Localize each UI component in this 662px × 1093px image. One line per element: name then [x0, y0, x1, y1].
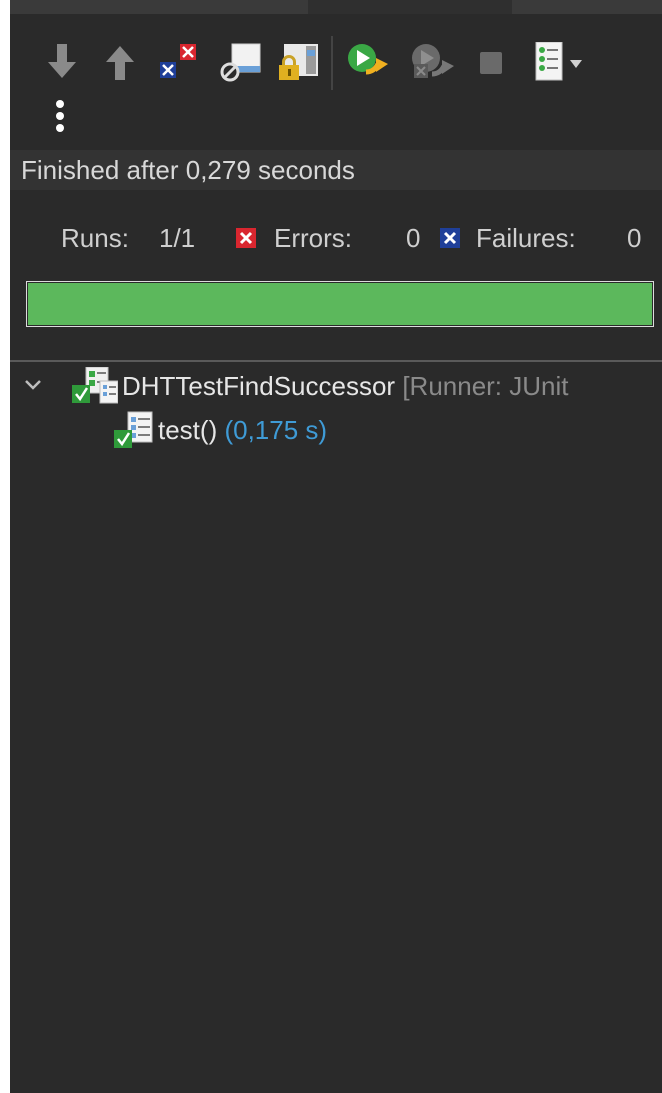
failures-value: 0: [627, 223, 642, 253]
test-run-history-icon[interactable]: [532, 41, 566, 82]
more-options-icon[interactable]: [50, 98, 70, 138]
errors-value: 0: [406, 223, 421, 253]
test-counters: Runs: 1/1 Errors: 0 Failures: 0: [10, 218, 662, 258]
toolbar-separator: [331, 36, 333, 90]
error-icon: [236, 228, 256, 248]
status-message: Finished after 0,279 seconds: [21, 155, 355, 185]
next-failure-icon[interactable]: [44, 42, 80, 82]
junit-view-panel: Finished after 0,279 seconds Runs: 1/1 E…: [10, 0, 662, 1093]
scroll-lock-icon[interactable]: [276, 42, 322, 82]
failure-icon: [440, 228, 460, 248]
progress-fill: [28, 283, 652, 325]
runs-label: Runs:: [61, 223, 129, 253]
chevron-down-icon[interactable]: [24, 378, 42, 392]
view-tab[interactable]: [10, 0, 308, 14]
test-name: test(): [158, 415, 218, 445]
section-divider: [10, 360, 662, 362]
junit-toolbar: [10, 14, 662, 90]
test-duration: (0,175 s): [224, 415, 328, 445]
history-dropdown-icon[interactable]: [568, 42, 584, 82]
rerun-failures-first-icon[interactable]: [410, 42, 456, 82]
progress-bar: [26, 281, 654, 327]
stop-icon[interactable]: [474, 42, 510, 82]
status-bar: Finished after 0,279 seconds: [10, 150, 662, 190]
show-skipped-tests-icon[interactable]: [220, 42, 264, 82]
errors-label: Errors:: [274, 223, 352, 253]
previous-failure-icon[interactable]: [102, 42, 138, 82]
rerun-test-icon[interactable]: [346, 42, 392, 82]
view-tab-strip: [10, 0, 662, 14]
show-failures-only-icon[interactable]: [158, 42, 206, 82]
test-passed-icon: [114, 411, 153, 448]
failures-label: Failures:: [476, 223, 576, 253]
suite-runner: [Runner: JUnit: [402, 371, 569, 401]
runs-value: 1/1: [159, 223, 196, 253]
view-tab[interactable]: [512, 0, 662, 14]
suite-name: DHTTestFindSuccessor: [122, 371, 396, 401]
test-suite-passed-icon: [72, 367, 118, 404]
